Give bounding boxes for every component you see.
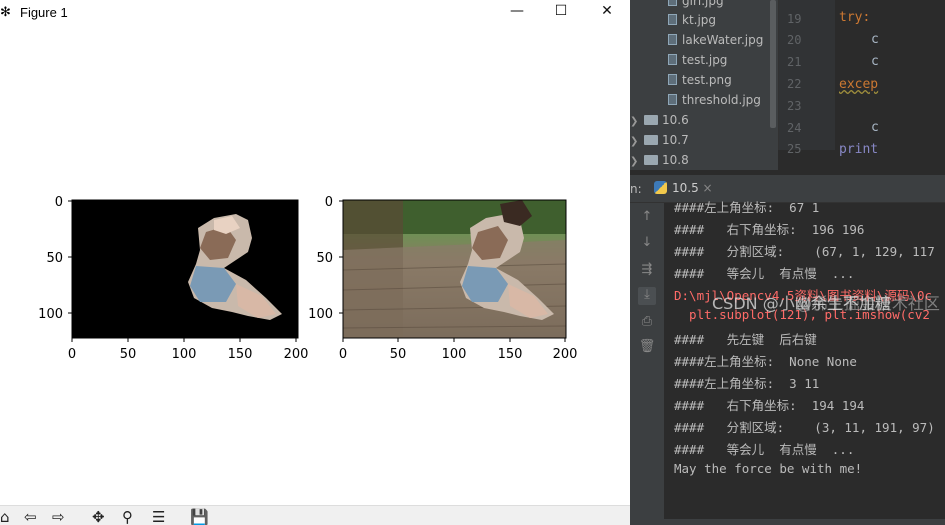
right-xtick-label: 200: [553, 347, 578, 362]
console-line: ####左上角坐标: 3 11: [674, 376, 820, 391]
tree-file[interactable]: test.png: [668, 73, 732, 87]
tree-folder[interactable]: ❯ 10.6: [630, 113, 689, 127]
folder-icon: [644, 155, 658, 165]
right-xtick-label: 150: [498, 347, 523, 362]
save-icon[interactable]: 💾: [190, 508, 209, 525]
code-token: c: [871, 120, 879, 135]
figure-canvas: 0 50 100 150 200 0 50 100 0 50 100 150 2…: [38, 195, 578, 362]
code-print: print: [839, 142, 879, 157]
console-line: #### 分割区域: (67, 1, 129, 117: [674, 244, 935, 259]
ide-panel: girl.jpg kt.jpg lakeWater.jpg test.jpg t…: [630, 0, 945, 525]
chevron-right-icon[interactable]: ❯: [630, 116, 644, 127]
window-title: Figure 1: [20, 5, 68, 20]
folder-icon: [644, 135, 658, 145]
image-file-icon: [668, 34, 677, 45]
code-try: try:: [839, 10, 871, 25]
close-button[interactable]: ✕: [592, 3, 622, 19]
folder-icon: [644, 115, 658, 125]
code-token: c: [871, 54, 879, 69]
code-except: excep: [839, 77, 879, 92]
scroll-to-end-icon[interactable]: ⤓: [638, 287, 656, 305]
run-tab[interactable]: 10.5 ×: [654, 181, 713, 195]
watermark: CSDN @小幽余生不加糖 @稀土掘金技术社区: [712, 294, 940, 313]
left-xtick-label: 50: [120, 347, 137, 362]
print-icon[interactable]: ⎙: [638, 314, 656, 332]
right-ytick-label: 100: [308, 307, 333, 322]
line-gutter: 19 20 21 22 23 24 25: [779, 0, 835, 156]
right-ytick-label: 50: [316, 251, 333, 266]
tree-folder[interactable]: ❯ 10.7: [630, 133, 689, 147]
run-side-toolbar: ↑ ↓ ⇶ ⤓ ⎙ 🗑: [630, 203, 664, 525]
tree-file[interactable]: test.jpg: [668, 53, 727, 67]
tree-file[interactable]: girl.jpg: [668, 0, 724, 8]
python-icon: [654, 181, 667, 194]
code-editor[interactable]: 19 20 21 22 23 24 25 try: c c excep c pr…: [778, 0, 945, 157]
image-file-icon: [668, 0, 677, 6]
console-line: #### 分割区域: (3, 11, 191, 97): [674, 420, 935, 435]
console-line: #### 先左键 后右键: [674, 332, 817, 347]
line-number: 22: [787, 77, 802, 91]
console-line: #### 等会儿 有点慢 ...: [674, 442, 855, 457]
back-icon[interactable]: ⇦: [24, 508, 37, 525]
console-line: ####左上角坐标: None None: [674, 354, 857, 369]
console-line: May the force be with me!: [674, 461, 863, 476]
arrow-up-icon[interactable]: ↑: [638, 209, 656, 227]
right-xtick-label: 0: [339, 347, 347, 362]
line-number: 21: [787, 55, 802, 69]
left-xtick-label: 150: [228, 347, 253, 362]
code-token: c: [871, 32, 879, 47]
close-tab-icon[interactable]: ×: [703, 181, 713, 195]
image-file-icon: [668, 54, 677, 65]
line-number: 23: [787, 99, 802, 113]
trash-icon[interactable]: 🗑: [638, 339, 656, 357]
right-subplot-image: [342, 200, 567, 338]
tree-file[interactable]: kt.jpg: [668, 13, 716, 27]
console-line: #### 右下角坐标: 194 194: [674, 398, 865, 413]
minimize-button[interactable]: —: [502, 3, 532, 19]
window-titlebar: ✻ Figure 1 — ☐ ✕: [0, 0, 630, 26]
home-icon[interactable]: ⌂: [0, 508, 10, 525]
forward-icon[interactable]: ⇨: [52, 508, 65, 525]
status-strip: [630, 519, 945, 525]
subplots-icon[interactable]: ☰: [152, 508, 165, 525]
right-ytick-label: 0: [325, 195, 333, 210]
left-xtick-label: 0: [68, 347, 76, 362]
run-label: n:: [630, 182, 642, 196]
image-file-icon: [668, 74, 677, 85]
left-ytick-label: 0: [55, 195, 63, 210]
left-subplot-image: [72, 200, 298, 338]
chevron-right-icon[interactable]: ❯: [630, 156, 644, 167]
left-ytick-label: 50: [46, 251, 63, 266]
project-scrollbar[interactable]: [770, 0, 776, 128]
line-number: 19: [787, 12, 802, 26]
console-line: #### 右下角坐标: 196 196: [674, 222, 865, 237]
line-number: 20: [787, 33, 802, 47]
console-line: ####左上角坐标: 67 1: [674, 200, 820, 215]
line-number: 25: [787, 142, 802, 156]
figure-toolbar: ⌂ ⇦ ⇨ ✥ ⚲ ☰ 💾: [0, 505, 630, 525]
arrow-down-icon[interactable]: ↓: [638, 235, 656, 253]
console-output[interactable]: ####左上角坐标: 67 1 #### 右下角坐标: 196 196 #### 分…: [664, 200, 945, 525]
console-line: #### 等会儿 有点慢 ...: [674, 266, 855, 281]
tree-file[interactable]: lakeWater.jpg: [668, 33, 763, 47]
soft-wrap-icon[interactable]: ⇶: [638, 262, 656, 280]
tree-file[interactable]: threshold.jpg: [668, 93, 761, 107]
tree-folder[interactable]: ❯ 10.8: [630, 153, 689, 167]
left-xtick-label: 200: [284, 347, 309, 362]
project-tree: girl.jpg kt.jpg lakeWater.jpg test.jpg t…: [630, 0, 778, 170]
zoom-icon[interactable]: ⚲: [122, 508, 133, 525]
chevron-right-icon[interactable]: ❯: [630, 136, 644, 147]
right-xtick-label: 100: [442, 347, 467, 362]
left-ytick-label: 100: [38, 307, 63, 322]
figure-window: ✻ Figure 1 — ☐ ✕ 0 50 100 150 200 0 50 1…: [0, 0, 630, 525]
image-file-icon: [668, 94, 677, 105]
pan-icon[interactable]: ✥: [92, 508, 105, 525]
left-xtick-label: 100: [172, 347, 197, 362]
line-number: 24: [787, 121, 802, 135]
matplotlib-app-icon: ✻: [0, 5, 11, 20]
image-file-icon: [668, 14, 677, 25]
maximize-button[interactable]: ☐: [546, 3, 576, 19]
right-xtick-label: 50: [390, 347, 407, 362]
